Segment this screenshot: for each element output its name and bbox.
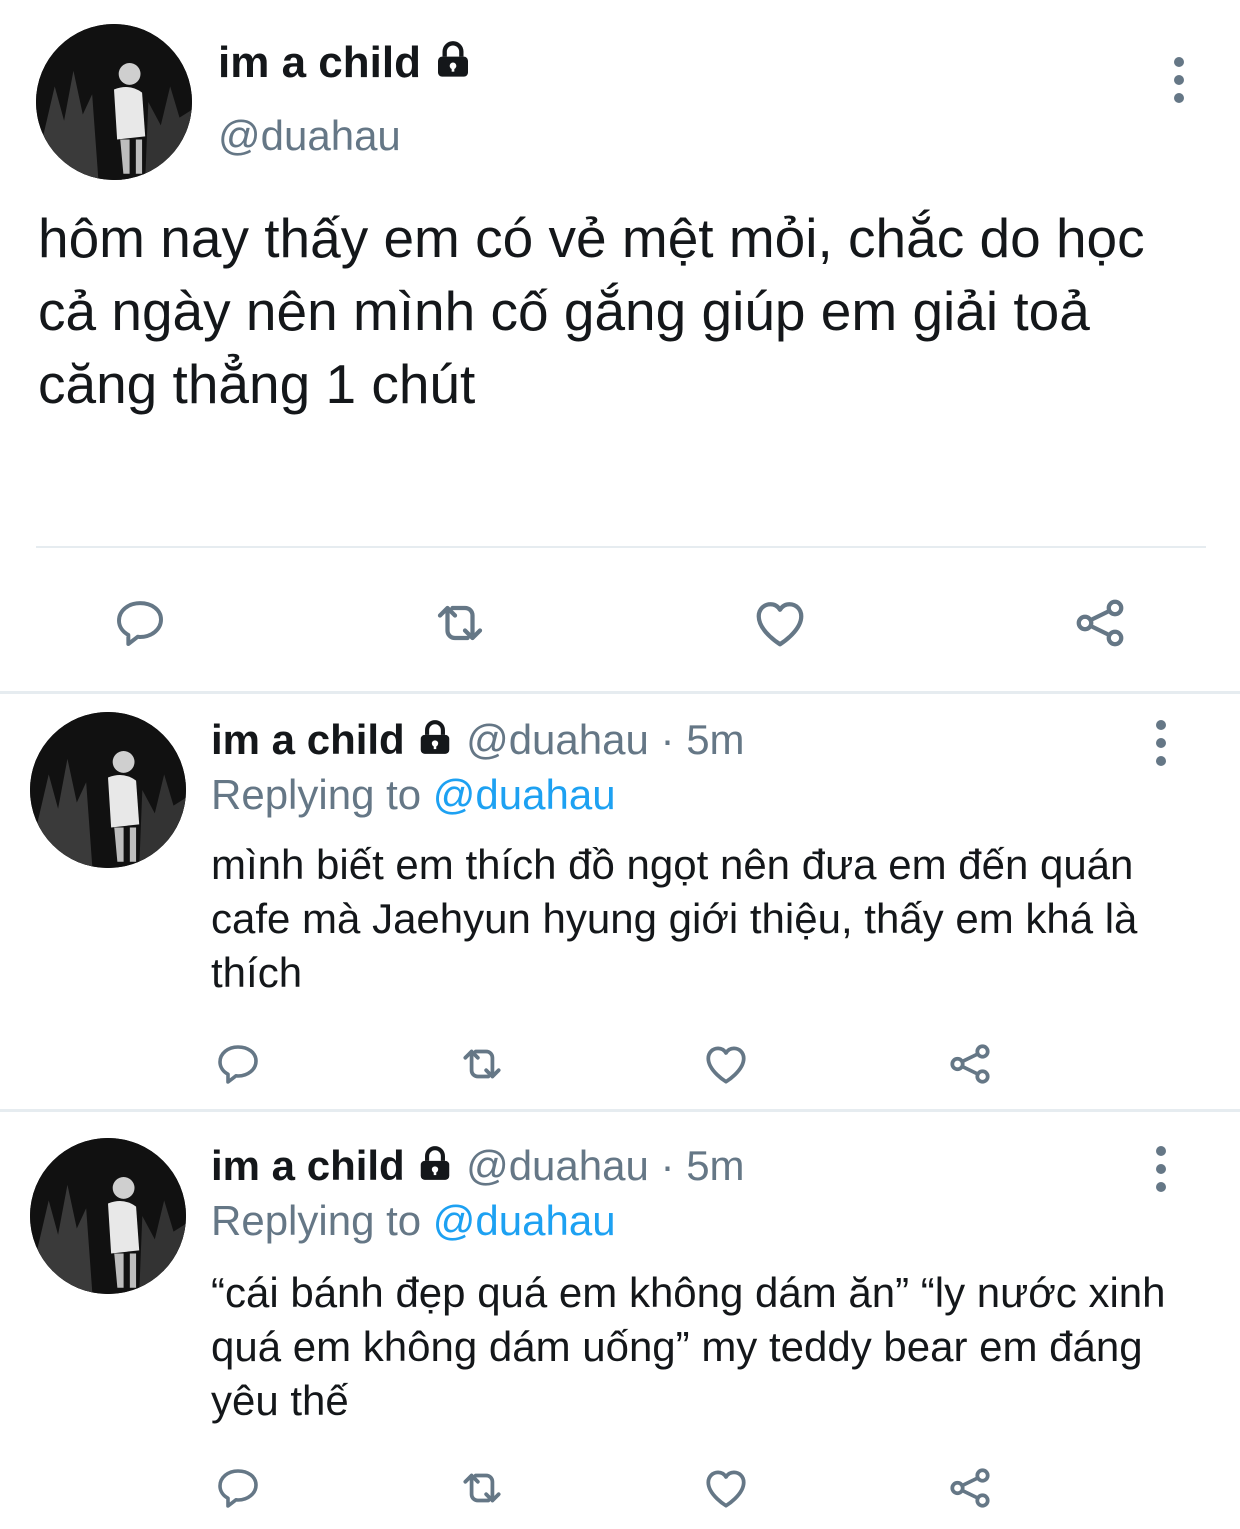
avatar[interactable] [30,1138,186,1294]
more-options-button[interactable] [1151,1146,1171,1192]
tweet-divider [36,546,1206,548]
like-button[interactable] [745,588,815,658]
share-button[interactable] [942,1036,998,1092]
more-options-button[interactable] [1151,720,1171,766]
heart-icon [756,602,804,647]
tweet-text: hôm nay thấy em có vẻ mệt mỏi, chắc do h… [38,207,1145,415]
share-icon [1076,599,1124,647]
user-handle[interactable]: @duahau [218,112,401,160]
share-icon [950,1044,990,1084]
reply-icon [117,601,163,646]
avatar[interactable] [30,712,186,868]
lock-icon [416,719,454,767]
more-vertical-icon [1174,57,1184,67]
replying-to-label: Replying to [211,1197,422,1244]
like-button[interactable] [698,1460,754,1516]
lock-icon [433,40,473,91]
share-button[interactable] [942,1460,998,1516]
more-options-button[interactable] [1169,57,1189,103]
reply-icon [218,1469,258,1508]
retweet-icon [437,605,483,641]
like-button[interactable] [698,1036,754,1092]
user-handle[interactable]: @duahau [466,716,649,763]
separator-dot: · [660,1142,675,1189]
retweet-button[interactable] [425,588,495,658]
section-divider [0,1109,1240,1112]
timestamp[interactable]: 5m [686,1142,744,1189]
reply-icon [218,1045,258,1084]
heart-icon [706,1046,746,1084]
more-vertical-icon [1156,1146,1166,1156]
user-handle[interactable]: @duahau [466,1142,649,1189]
replying-to-handle[interactable]: @duahau [433,1197,616,1244]
retweet-icon [463,1473,501,1503]
reply-button[interactable] [105,588,175,658]
reply-text: “cái bánh đẹp quá em không dám ăn” “ly n… [211,1269,1166,1424]
display-name[interactable]: im a child [211,1142,405,1189]
retweet-button[interactable] [454,1460,510,1516]
timestamp[interactable]: 5m [686,716,744,763]
display-name-text[interactable]: im a child [218,38,421,87]
more-vertical-icon [1156,720,1166,730]
section-divider [0,691,1240,694]
display-name[interactable]: im a child [218,38,473,91]
retweet-icon [463,1049,501,1079]
retweet-button[interactable] [454,1036,510,1092]
reply-text: mình biết em thích đồ ngọt nên đưa em đế… [211,841,1138,996]
share-icon [950,1468,990,1508]
replying-to: Replying to @duahau [211,1197,616,1245]
avatar[interactable] [36,24,192,180]
share-button[interactable] [1065,588,1135,658]
reply-header: im a child @duahau · 5m [211,716,745,767]
lock-icon [416,1145,454,1193]
replying-to-handle[interactable]: @duahau [433,771,616,818]
replying-to-label: Replying to [211,771,422,818]
replying-to: Replying to @duahau [211,771,616,819]
heart-icon [706,1470,746,1508]
reply-button[interactable] [210,1460,266,1516]
reply-button[interactable] [210,1036,266,1092]
separator-dot: · [660,716,675,763]
display-name[interactable]: im a child [211,716,405,763]
reply-header: im a child @duahau · 5m [211,1142,745,1193]
